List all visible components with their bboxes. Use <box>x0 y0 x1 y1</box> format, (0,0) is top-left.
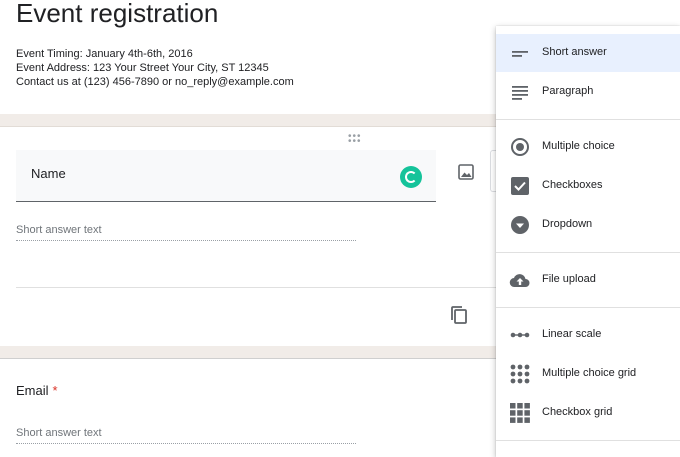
menu-item-label: Linear scale <box>542 328 602 340</box>
duplicate-icon[interactable] <box>448 304 470 326</box>
menu-item-paragraph[interactable]: Paragraph <box>496 73 680 111</box>
menu-divider <box>496 119 680 120</box>
menu-item-label: Multiple choice <box>542 140 615 152</box>
paragraph-icon <box>509 82 531 102</box>
menu-divider <box>496 307 680 308</box>
description-line-address: Event Address: 123 Your Street Your City… <box>16 62 269 74</box>
description-line-contact: Contact us at (123) 456-7890 or no_reply… <box>16 76 294 88</box>
cloud-upload-icon <box>509 270 531 290</box>
description-line-timing: Event Timing: January 4th-6th, 2016 <box>16 48 193 60</box>
menu-item-checkboxes[interactable]: Checkboxes <box>496 167 680 205</box>
question-title-email: Email * <box>16 383 58 398</box>
card-footer-divider <box>16 287 497 288</box>
menu-item-label: Checkbox grid <box>542 406 613 418</box>
question-type-menu[interactable]: Short answer Paragraph Multiple choice C… <box>496 26 680 457</box>
menu-item-file-upload[interactable]: File upload <box>496 261 680 299</box>
menu-item-linear-scale[interactable]: Linear scale <box>496 316 680 354</box>
question-title-text: Email <box>16 383 49 398</box>
menu-item-label: Multiple choice grid <box>542 367 637 379</box>
menu-item-checkbox-grid[interactable]: Checkbox grid <box>496 394 680 432</box>
drag-handle-icon[interactable]: ••• ••• <box>348 132 364 147</box>
checkbox-icon <box>509 176 531 196</box>
short-answer-placeholder: Short answer text <box>16 427 356 444</box>
menu-divider <box>496 440 680 441</box>
menu-item-label: Paragraph <box>542 85 594 97</box>
menu-item-dropdown[interactable]: Dropdown <box>496 206 680 244</box>
image-icon[interactable] <box>456 162 476 182</box>
grammarly-icon[interactable] <box>400 166 422 188</box>
short-answer-icon <box>509 43 531 63</box>
menu-divider <box>496 252 680 253</box>
dropdown-icon <box>509 215 531 235</box>
menu-item-label: Dropdown <box>542 218 593 230</box>
form-description[interactable]: Event Timing: January 4th-6th, 2016 Even… <box>16 47 294 89</box>
form-title[interactable]: Event registration <box>16 0 218 29</box>
radio-button-icon <box>509 137 531 157</box>
menu-item-label: Short answer <box>542 46 607 58</box>
required-asterisk: * <box>52 383 58 398</box>
menu-item-label: Checkboxes <box>542 179 603 191</box>
question-title-text: Name <box>31 166 66 181</box>
short-answer-placeholder: Short answer text <box>16 224 356 241</box>
menu-item-multiple-choice[interactable]: Multiple choice <box>496 128 680 166</box>
linear-scale-icon <box>509 325 531 345</box>
menu-item-label: File upload <box>542 273 596 285</box>
question-title-input[interactable]: Name <box>16 150 436 202</box>
menu-item-multiple-choice-grid[interactable]: Multiple choice grid <box>496 355 680 393</box>
checkbox-grid-icon <box>509 403 531 423</box>
menu-item-short-answer[interactable]: Short answer <box>496 34 680 72</box>
dot-grid-icon <box>509 364 531 384</box>
